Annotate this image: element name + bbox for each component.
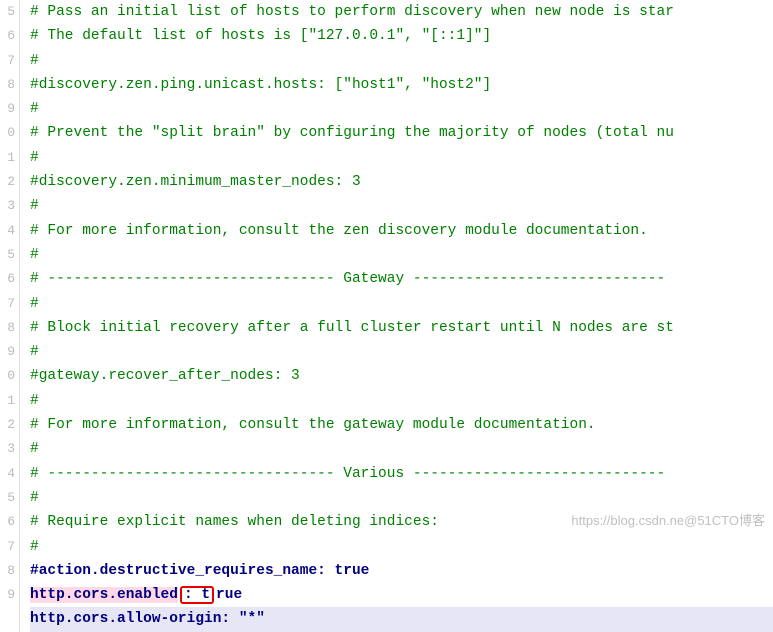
code-line: #discovery.zen.minimum_master_nodes: 3 <box>30 170 773 194</box>
code-line: http.cors.allow-origin: "*" <box>30 607 773 631</box>
line-number: 3 <box>0 194 15 218</box>
line-number: 9 <box>0 583 15 607</box>
code-editor: 5 6 7 8 9 0 1 2 3 4 5 6 7 8 9 0 1 2 3 4 … <box>0 0 773 632</box>
setting-key: http.cors.enabled <box>30 587 178 603</box>
code-line: # <box>30 292 773 316</box>
code-line: # The default list of hosts is ["127.0.0… <box>30 24 773 48</box>
code-line: # <box>30 389 773 413</box>
setting-value: "*" <box>230 611 265 627</box>
code-line: #action.destructive_requires_name: true <box>30 559 773 583</box>
line-number: 8 <box>0 559 15 583</box>
line-number: 9 <box>0 340 15 364</box>
code-line: # <box>30 486 773 510</box>
code-line: http.cors.enabled : t rue <box>30 583 773 607</box>
code-line: # For more information, consult the gate… <box>30 413 773 437</box>
line-number: 9 <box>0 97 15 121</box>
code-line: # Prevent the "split brain" by configuri… <box>30 121 773 145</box>
setting-key: #action.destructive_requires_name: <box>30 563 326 579</box>
code-line: #discovery.zen.ping.unicast.hosts: ["hos… <box>30 73 773 97</box>
line-number: 1 <box>0 146 15 170</box>
setting-value: true <box>326 563 370 579</box>
line-number: 3 <box>0 437 15 461</box>
line-number: 7 <box>0 292 15 316</box>
code-line: # For more information, consult the zen … <box>30 219 773 243</box>
code-line: # --------------------------------- Gate… <box>30 267 773 291</box>
code-line: # <box>30 437 773 461</box>
line-number: 6 <box>0 510 15 534</box>
code-line: # <box>30 49 773 73</box>
line-number: 6 <box>0 267 15 291</box>
line-number: 4 <box>0 219 15 243</box>
code-line: # Block initial recovery after a full cl… <box>30 316 773 340</box>
line-number: 5 <box>0 243 15 267</box>
setting-mid: : t <box>184 587 210 603</box>
code-line: # <box>30 194 773 218</box>
line-number: 8 <box>0 73 15 97</box>
code-line: # <box>30 340 773 364</box>
line-number: 8 <box>0 316 15 340</box>
highlight-box: : t <box>180 586 214 604</box>
code-line: # Require explicit names when deleting i… <box>30 510 773 534</box>
line-number-gutter: 5 6 7 8 9 0 1 2 3 4 5 6 7 8 9 0 1 2 3 4 … <box>0 0 20 632</box>
line-number: 7 <box>0 535 15 559</box>
code-line: # <box>30 97 773 121</box>
line-number: 4 <box>0 462 15 486</box>
code-line: # <box>30 535 773 559</box>
line-number: 6 <box>0 24 15 48</box>
code-line: # <box>30 243 773 267</box>
line-number: 0 <box>0 364 15 388</box>
line-number: 0 <box>0 121 15 145</box>
code-line: # <box>30 146 773 170</box>
code-area[interactable]: # Pass an initial list of hosts to perfo… <box>20 0 773 632</box>
line-number: 2 <box>0 170 15 194</box>
line-number: 5 <box>0 0 15 24</box>
code-line: #gateway.recover_after_nodes: 3 <box>30 364 773 388</box>
code-line: # Pass an initial list of hosts to perfo… <box>30 0 773 24</box>
setting-value: rue <box>216 587 242 603</box>
line-number: 1 <box>0 389 15 413</box>
line-number: 7 <box>0 49 15 73</box>
setting-key: http.cors.allow-origin: <box>30 611 230 627</box>
code-line: # --------------------------------- Vari… <box>30 462 773 486</box>
line-number: 5 <box>0 486 15 510</box>
line-number: 2 <box>0 413 15 437</box>
